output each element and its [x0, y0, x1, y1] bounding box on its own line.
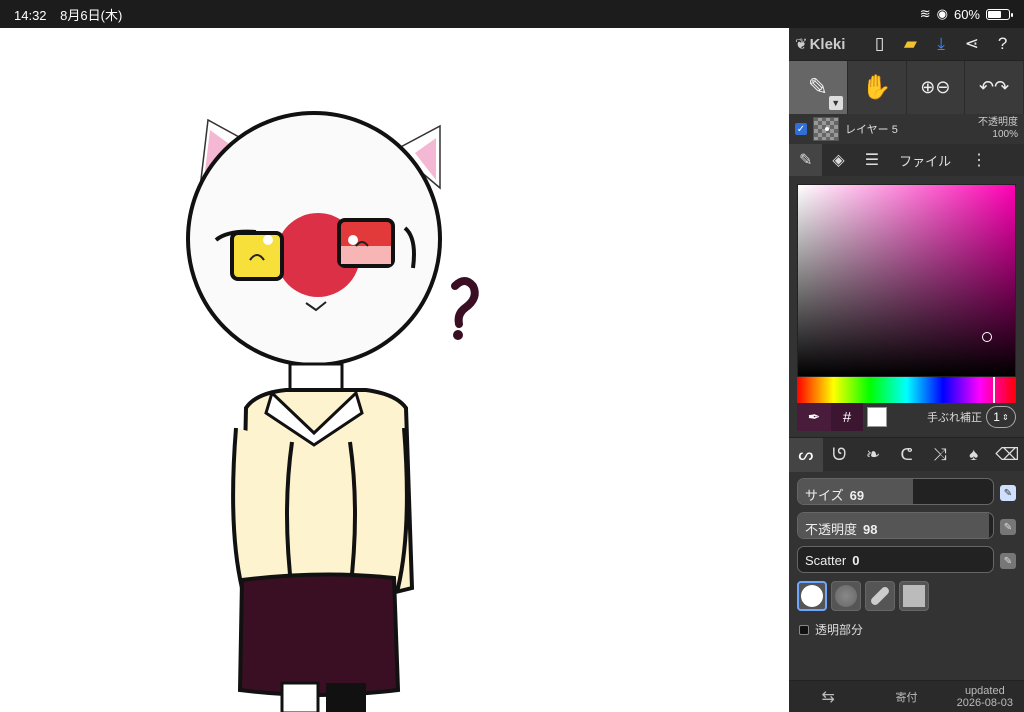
canvas-drawing: [186, 111, 479, 712]
transparent-checkbox[interactable]: [799, 624, 809, 635]
hex-input-button[interactable]: #: [831, 403, 863, 431]
layer-name: レイヤー 5: [845, 124, 898, 136]
opacity-slider[interactable]: 不透明度 98: [797, 512, 994, 539]
layer-visible-checkbox[interactable]: ✓: [795, 123, 807, 135]
tab-file[interactable]: ファイル: [889, 144, 961, 176]
secondary-color-swatch[interactable]: [867, 407, 887, 427]
bottom-bar: ⇆ 寄付 updated 2026-08-03: [789, 680, 1024, 712]
opacity-label: 不透明度: [805, 522, 858, 537]
scatter-pressure-icon[interactable]: ✎: [1000, 553, 1016, 569]
stabilizer-value: 1: [993, 410, 1000, 424]
kleki-sidebar: ❦ Kleki ▯ ▰ ⤓ ⋖ ? ✎ ▼ ✋ ⊕⊖ ↶↷ ✓ レイヤー 5 不…: [789, 28, 1024, 712]
donate-button[interactable]: 寄付: [867, 689, 945, 705]
opacity-slider-row: 不透明度 98 ✎: [789, 512, 1024, 539]
stabilizer-chevron-icon: ⇕: [1001, 412, 1009, 422]
status-bar: 14:32 8月6日(木) ≋ ◉ 60%: [0, 0, 1024, 28]
zoom-buttons[interactable]: ⊕⊖: [907, 61, 966, 114]
kleki-logo-icon: ❦: [795, 36, 808, 53]
color-marker[interactable]: [982, 332, 992, 342]
tab-layers[interactable]: ◈: [822, 144, 854, 176]
opacity-pressure-icon[interactable]: ✎: [1000, 519, 1016, 535]
eyedropper-icon[interactable]: ✒: [797, 403, 831, 431]
updated-label: updated: [964, 684, 1005, 697]
pixel-brush-icon[interactable]: ᕦ: [890, 438, 924, 472]
open-folder-icon[interactable]: ▰: [895, 28, 926, 60]
hue-marker[interactable]: [993, 377, 995, 403]
layers-icon: ◈: [832, 152, 845, 169]
chisel-icon: [869, 585, 891, 607]
layer-opacity-label: 不透明度: [978, 117, 1018, 128]
brush-tab-icon: ✎: [799, 152, 813, 169]
scatter-slider-row: Scatter 0 ✎: [789, 546, 1024, 573]
brush-tool-button[interactable]: ✎ ▼: [789, 61, 848, 114]
size-label: サイズ: [805, 488, 844, 503]
battery-percent: 60%: [953, 6, 980, 22]
sliders-icon: ☰: [864, 152, 880, 169]
stabilizer-label: 手ぶれ補正: [927, 412, 982, 424]
hand-tool-button[interactable]: ✋: [848, 61, 907, 114]
color-bar: ✒ # 手ぶれ補正 1 ⇕: [797, 403, 1016, 431]
zoom-in-out-icon: ⊕⊖: [920, 77, 951, 97]
new-file-icon[interactable]: ▯: [864, 28, 895, 60]
brush-dropdown-icon[interactable]: ▼: [828, 96, 843, 110]
layer-opacity-value: 100%: [992, 129, 1018, 140]
tab-adjust[interactable]: ☰: [855, 144, 889, 176]
size-slider[interactable]: サイズ 69: [797, 478, 994, 505]
status-time: 14:32: [14, 7, 47, 23]
scatter-label: Scatter: [805, 553, 847, 568]
circle-icon: [801, 585, 823, 607]
transparent-label: 透明部分: [815, 623, 864, 637]
saturation-value-picker[interactable]: [797, 184, 1016, 377]
eraser-icon[interactable]: ⌫: [990, 438, 1024, 472]
help-icon[interactable]: ?: [987, 28, 1018, 60]
wifi-icon: ≋: [919, 6, 931, 21]
round-shape-button[interactable]: [797, 581, 827, 611]
soft-shape-button[interactable]: [831, 581, 861, 611]
color-panel: ✒ # 手ぶれ補正 1 ⇕: [789, 176, 1024, 431]
hand-icon: ✋: [861, 74, 892, 101]
smudge-brush-icon[interactable]: ♠: [957, 438, 991, 472]
download-icon[interactable]: ⤓: [926, 28, 957, 60]
size-value: 69: [849, 488, 865, 503]
scatter-slider[interactable]: Scatter 0: [797, 546, 994, 573]
status-date: 8月6日(木): [60, 7, 123, 23]
blend-brush-icon[interactable]: ᘎ: [823, 438, 857, 472]
square-shape-button[interactable]: [899, 581, 929, 611]
panel-tabs: ✎ ◈ ☰ ファイル ⋮: [789, 144, 1024, 176]
pen-brush-icon[interactable]: ᔕ: [789, 437, 823, 472]
app-name: Kleki: [809, 35, 846, 53]
layer-opacity: 不透明度 100%: [978, 117, 1018, 141]
sketchy-brush-icon[interactable]: ❧: [856, 438, 890, 472]
updated-info[interactable]: updated 2026-08-03: [946, 685, 1024, 709]
brush-shape-row: [797, 581, 1024, 611]
share-icon[interactable]: ⋖: [957, 28, 988, 60]
opacity-value: 98: [863, 522, 878, 537]
size-pressure-icon[interactable]: ✎: [1000, 485, 1016, 501]
stabilizer-select[interactable]: 1 ⇕: [986, 406, 1016, 428]
layer-thumbnail: [813, 117, 839, 141]
tool-row: ✎ ▼ ✋ ⊕⊖ ↶↷: [789, 60, 1024, 114]
chemy-brush-icon[interactable]: ⤨: [923, 438, 957, 472]
battery-icon: [986, 8, 1013, 20]
orientation-lock-icon: ◉: [936, 6, 948, 21]
swap-icon[interactable]: ⇆: [789, 687, 867, 707]
brush-icon: ✎: [807, 74, 828, 101]
undo-redo-buttons[interactable]: ↶↷: [965, 61, 1024, 114]
square-icon: [903, 585, 925, 607]
drawing-canvas[interactable]: [0, 28, 789, 712]
undo-redo-icon: ↶↷: [979, 77, 1010, 97]
more-menu-icon[interactable]: ⋮: [961, 144, 997, 176]
hue-slider[interactable]: [797, 377, 1016, 403]
brush-type-row: ᔕ ᘎ ❧ ᕦ ⤨ ♠ ⌫: [789, 437, 1024, 472]
layer-row[interactable]: ✓ レイヤー 5 不透明度 100%: [789, 114, 1024, 144]
soft-circle-icon: [835, 585, 857, 607]
size-slider-row: サイズ 69 ✎: [789, 478, 1024, 505]
tab-brush[interactable]: ✎: [789, 144, 823, 176]
updated-date: 2026-08-03: [956, 696, 1013, 709]
chisel-shape-button[interactable]: [865, 581, 895, 611]
top-toolbar: ❦ Kleki ▯ ▰ ⤓ ⋖ ?: [789, 28, 1024, 60]
transparent-row[interactable]: 透明部分: [799, 621, 1024, 638]
kleki-logo: ❦ Kleki: [795, 35, 864, 54]
scatter-value: 0: [852, 553, 860, 568]
